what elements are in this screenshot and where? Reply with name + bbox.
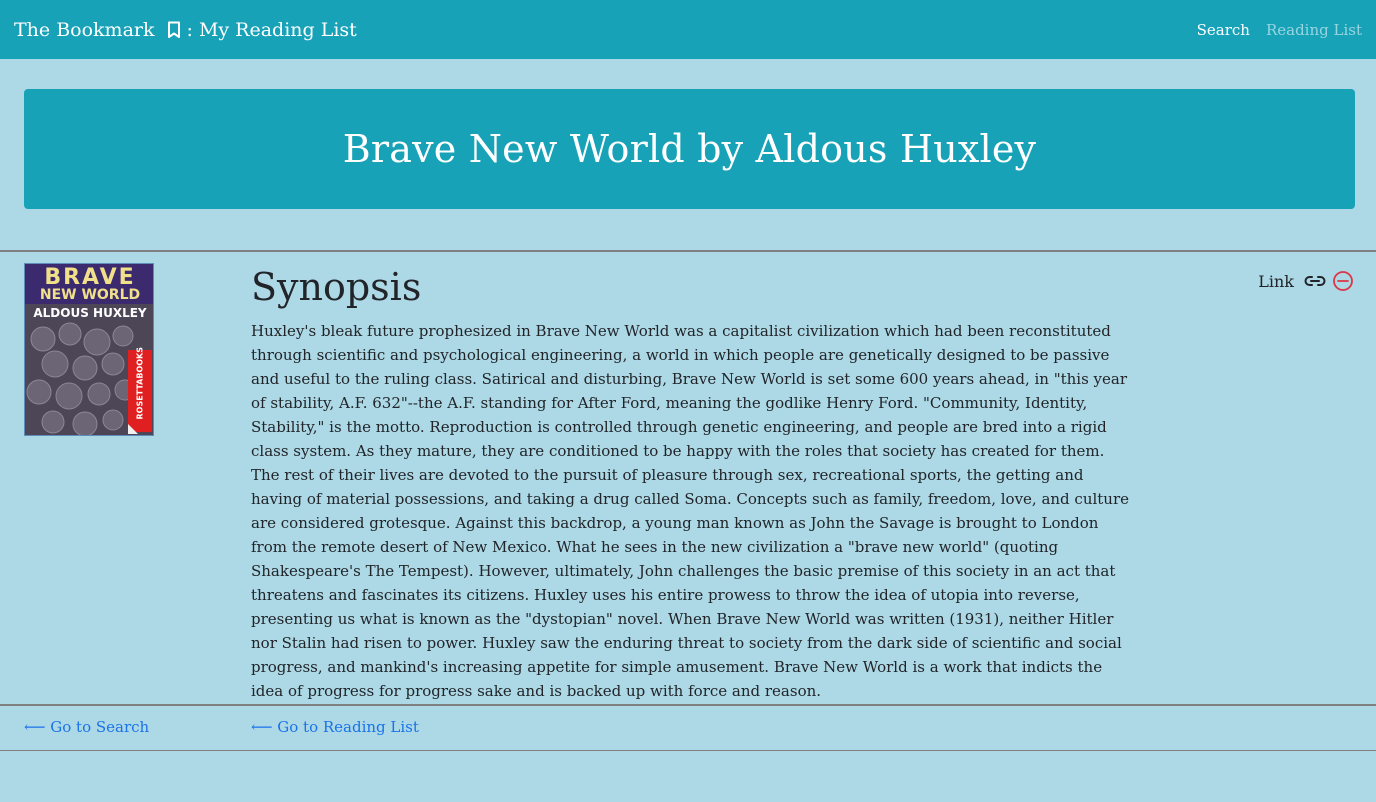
brand-suffix: : My Reading List [186, 18, 357, 41]
book-actions: Link [1258, 270, 1354, 292]
brand-link[interactable]: The Bookmark : My Reading List [14, 19, 357, 41]
page-title: Brave New World by Aldous Huxley [342, 127, 1037, 171]
cover-title-line2: NEW WORLD [39, 287, 141, 303]
nav-links: Search Reading List [1197, 21, 1362, 39]
chain-link-icon[interactable] [1304, 274, 1326, 288]
synopsis-section: Synopsis Huxley's bleak future prophesiz… [251, 263, 1131, 703]
divider-middle [0, 704, 1376, 706]
cover-publisher: ROSETTABOOKS [135, 346, 145, 420]
divider-bottom [0, 750, 1376, 751]
link-label: Link [1258, 271, 1294, 291]
minus-circle-icon[interactable] [1332, 270, 1354, 292]
divider-top [0, 250, 1376, 252]
top-navbar: The Bookmark : My Reading List Search Re… [0, 0, 1376, 59]
brand-prefix: The Bookmark [14, 18, 155, 41]
nav-search-link[interactable]: Search [1197, 21, 1250, 39]
go-to-search-link[interactable]: ⟵ Go to Search [24, 718, 149, 736]
go-to-reading-list-link[interactable]: ⟵ Go to Reading List [251, 718, 419, 736]
synopsis-heading: Synopsis [251, 265, 422, 309]
cover-author: ALDOUS HUXLEY [33, 306, 147, 320]
title-banner: Brave New World by Aldous Huxley [24, 89, 1355, 209]
synopsis-text: Huxley's bleak future prophesized in Bra… [251, 322, 1130, 700]
bookmark-icon [167, 21, 181, 39]
nav-reading-list-link[interactable]: Reading List [1266, 21, 1362, 39]
book-cover-image: BRAVE NEW WORLD ALDOUS HUXLEY ROSETTABOO… [24, 263, 154, 436]
